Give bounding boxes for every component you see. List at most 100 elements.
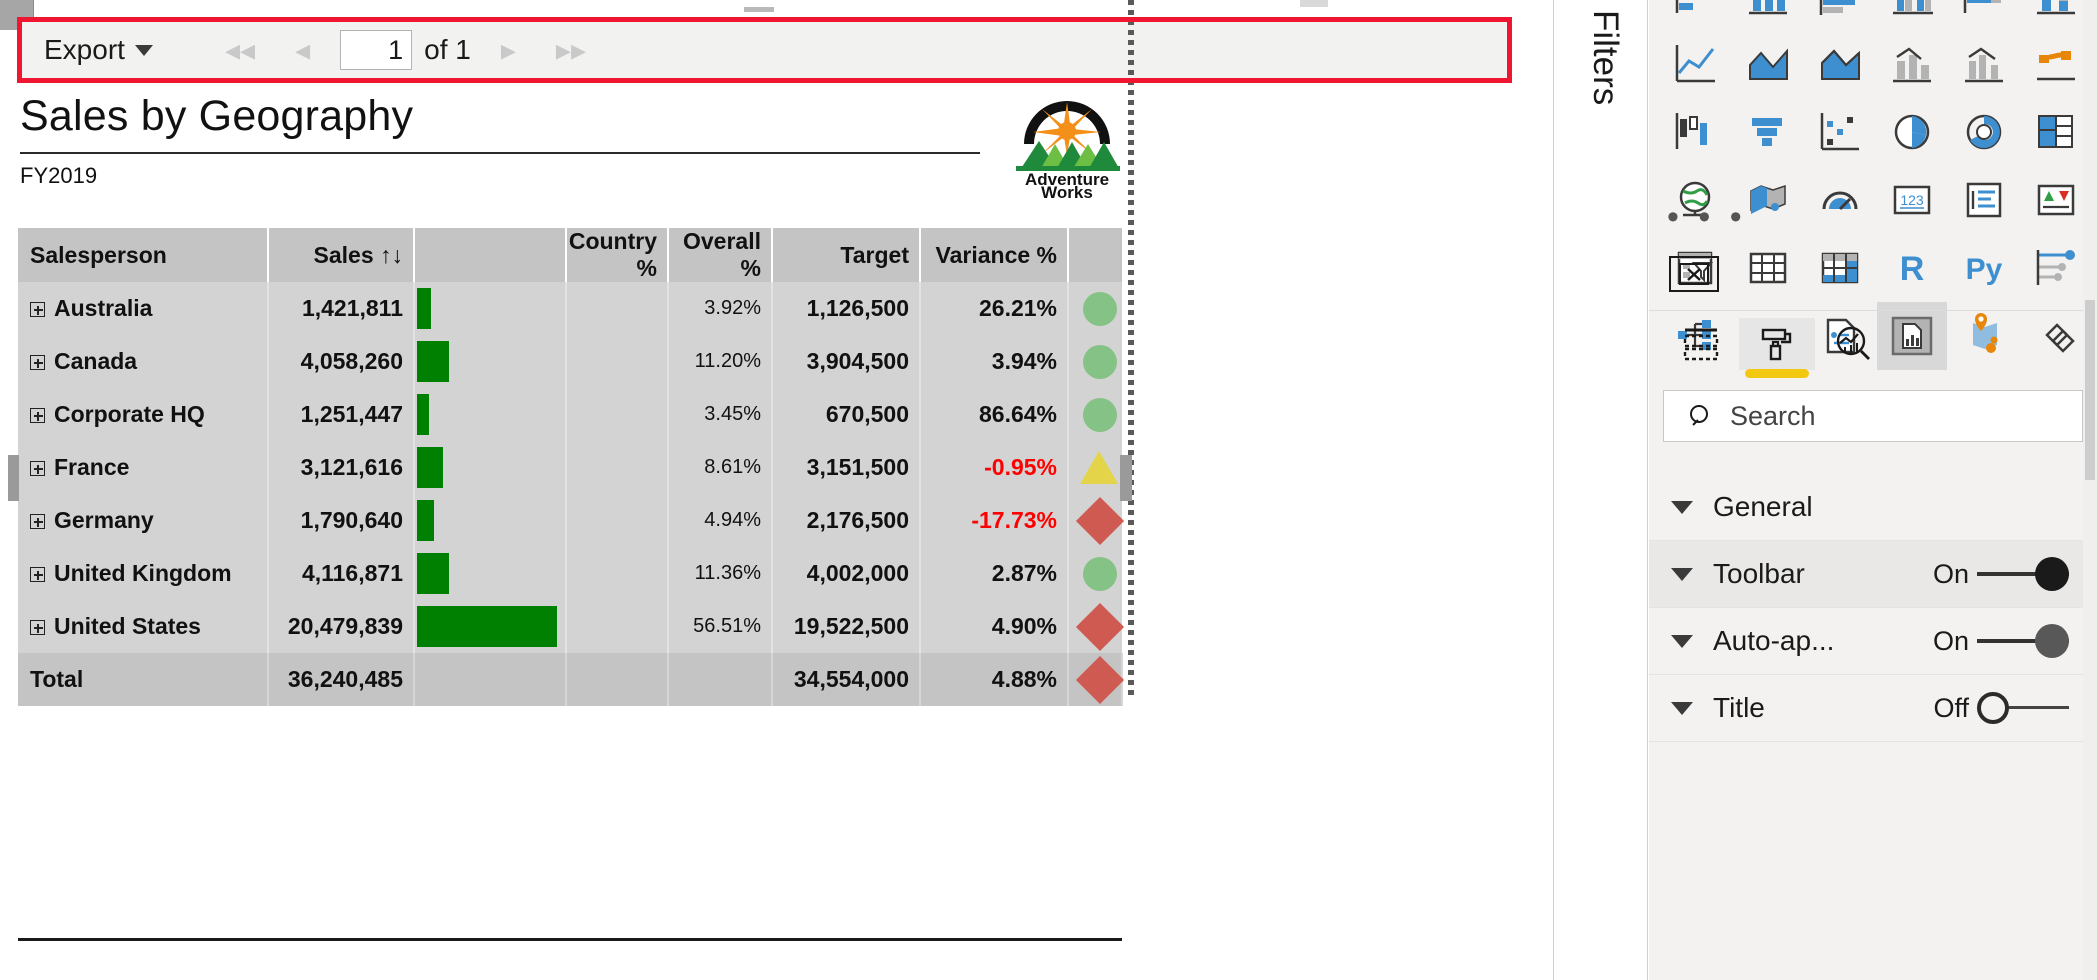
sales-matrix-visual[interactable]: Salesperson Sales ↑↓ Country % Overall %… [18,228,1125,706]
format-section-general[interactable]: General [1649,474,2097,541]
kpi-indicator-triangle [1080,451,1118,484]
100-stacked-column-chart-icon[interactable] [2021,0,2091,30]
export-button[interactable]: Export [44,34,153,66]
cell-sales: 4,116,871 [268,547,415,600]
analytics-tab[interactable] [1815,318,1891,370]
sort-arrows-icon: ↑↓ [380,241,403,268]
card-icon[interactable]: 123 [1877,166,1947,234]
cell-country-pct [566,441,669,494]
visual-resize-handle-left[interactable] [8,455,19,501]
pie-chart-icon[interactable] [1877,98,1947,166]
report-toolbar[interactable]: Export ◂◂ ◂ 1 of 1 ▸ ▸▸ [22,22,1507,78]
search-input[interactable]: Search [1663,390,2083,442]
cell-target: 34,554,000 [772,653,921,706]
r-script-visual-icon[interactable]: R [1877,234,1947,302]
auto-apply-toggle[interactable] [1977,624,2069,658]
table-row[interactable]: Australia 1,421,811 3.92% 1,126,500 26.21% [18,282,1122,335]
table-row[interactable]: Germany 1,790,640 4.94% 2,176,500 -17.73% [18,494,1125,547]
matrix-icon[interactable] [1805,234,1875,302]
ribbon-chart-icon[interactable] [2021,30,2091,98]
cell-overall-pct: 3.92% [668,282,773,335]
stacked-area-chart-icon[interactable] [1805,30,1875,98]
pane-scrollbar-thumb[interactable] [2085,300,2095,480]
visual-resize-handle-right[interactable] [1120,455,1132,501]
cell-target: 19,522,500 [772,600,921,653]
row-expander-icon[interactable] [30,461,45,477]
clustered-bar-chart-icon[interactable] [1805,0,1875,30]
cell-variance-pct: 86.64% [920,388,1069,441]
first-page-icon[interactable]: ◂◂ [225,33,255,68]
key-influencers-icon[interactable] [2021,234,2091,302]
cell-sales-bar [414,282,567,335]
col-overall-pct[interactable]: Overall % [668,228,773,282]
line-chart-icon[interactable] [1661,30,1731,98]
col-variance-pct[interactable]: Variance % [920,228,1069,282]
table-row[interactable]: France 3,121,616 8.61% 3,151,500 -0.95% [18,441,1122,494]
adventure-works-logo: Adventure Works [1006,78,1128,198]
row-expander-icon[interactable] [30,567,45,583]
last-page-icon[interactable]: ▸▸ [556,33,586,68]
previous-page-icon[interactable]: ◂ [295,33,310,68]
row-expander-icon[interactable] [30,302,45,318]
col-country-pct[interactable]: Country % [566,228,669,282]
filters-pane-label[interactable]: Filters [1565,10,1625,190]
stacked-column-chart-icon[interactable] [1733,0,1803,30]
line-stacked-column-icon[interactable] [1877,30,1947,98]
salesperson-label: Australia [54,295,153,321]
line-clustered-column-icon[interactable] [1949,30,2019,98]
format-section-auto-apply[interactable]: Auto-ap... On [1649,608,2097,675]
row-expander-icon[interactable] [30,408,45,424]
gauge-icon[interactable] [1805,166,1875,234]
kpi-indicator-circle [1083,398,1117,432]
table-row[interactable]: United States 20,479,839 56.51% 19,522,500 4… [18,600,1125,653]
waterfall-chart-icon[interactable] [1661,98,1731,166]
more-visuals-icon[interactable]: • • • [1667,198,1747,237]
python-visual-icon[interactable]: Py [1949,234,2019,302]
cell-salesperson: Australia [18,282,269,335]
salesperson-label: Germany [54,507,154,533]
cell-overall-pct: 11.36% [668,547,773,600]
col-kpi[interactable] [1068,228,1122,282]
stacked-bar-chart-icon[interactable] [1661,0,1731,30]
fields-build-tab[interactable] [1663,318,1739,370]
page-number-input[interactable]: 1 [340,30,413,70]
cell-sales: 36,240,485 [268,653,415,706]
row-expander-icon[interactable] [30,355,45,371]
pane-scrollbar[interactable] [2083,0,2097,980]
table-row[interactable]: Corporate HQ 1,251,447 3.45% 670,500 86.64% [18,388,1122,441]
page-count-label: of 1 [424,34,471,65]
100-stacked-bar-chart-icon[interactable] [1949,0,2019,30]
row-expander-icon[interactable] [30,514,45,530]
clustered-column-chart-icon[interactable] [1877,0,1947,30]
col-sales-bar[interactable] [414,228,567,282]
scatter-chart-icon[interactable] [1805,98,1875,166]
col-target[interactable]: Target [772,228,921,282]
collapse-fields-icon[interactable] [1669,256,1719,292]
funnel-chart-icon[interactable] [1733,98,1803,166]
title-toggle[interactable] [1977,692,2069,724]
area-chart-icon[interactable] [1733,30,1803,98]
table-total-row[interactable]: Total 36,240,485 34,554,000 4.88% [18,653,1125,706]
next-page-icon[interactable]: ▸ [501,33,516,68]
table-row[interactable]: Canada 4,058,260 11.20% 3,904,500 3.94% [18,335,1122,388]
multi-row-card-icon[interactable] [1949,166,2019,234]
canvas-top-handle[interactable] [744,7,774,12]
canvas-top-handle-right[interactable] [1300,0,1328,7]
format-tab[interactable] [1739,318,1815,378]
cell-sales: 1,421,811 [268,282,415,335]
col-salesperson[interactable]: Salesperson [18,228,269,282]
cell-kpi [1068,600,1125,653]
format-section-title[interactable]: Title Off [1649,675,2097,742]
svg-text:123: 123 [1900,192,1924,208]
toolbar-toggle[interactable] [1977,557,2069,591]
treemap-icon[interactable] [2021,98,2091,166]
table-row[interactable]: United Kingdom 4,116,871 11.36% 4,002,000 2.… [18,547,1122,600]
donut-chart-icon[interactable] [1949,98,2019,166]
table-icon[interactable] [1733,234,1803,302]
cell-kpi [1068,282,1122,335]
format-section-toolbar[interactable]: Toolbar On [1649,541,2097,608]
kpi-icon[interactable] [2021,166,2091,234]
row-expander-icon[interactable] [30,620,45,636]
col-sales[interactable]: Sales ↑↓ [268,228,415,282]
table-header-row: Salesperson Sales ↑↓ Country % Overall %… [18,228,1122,282]
